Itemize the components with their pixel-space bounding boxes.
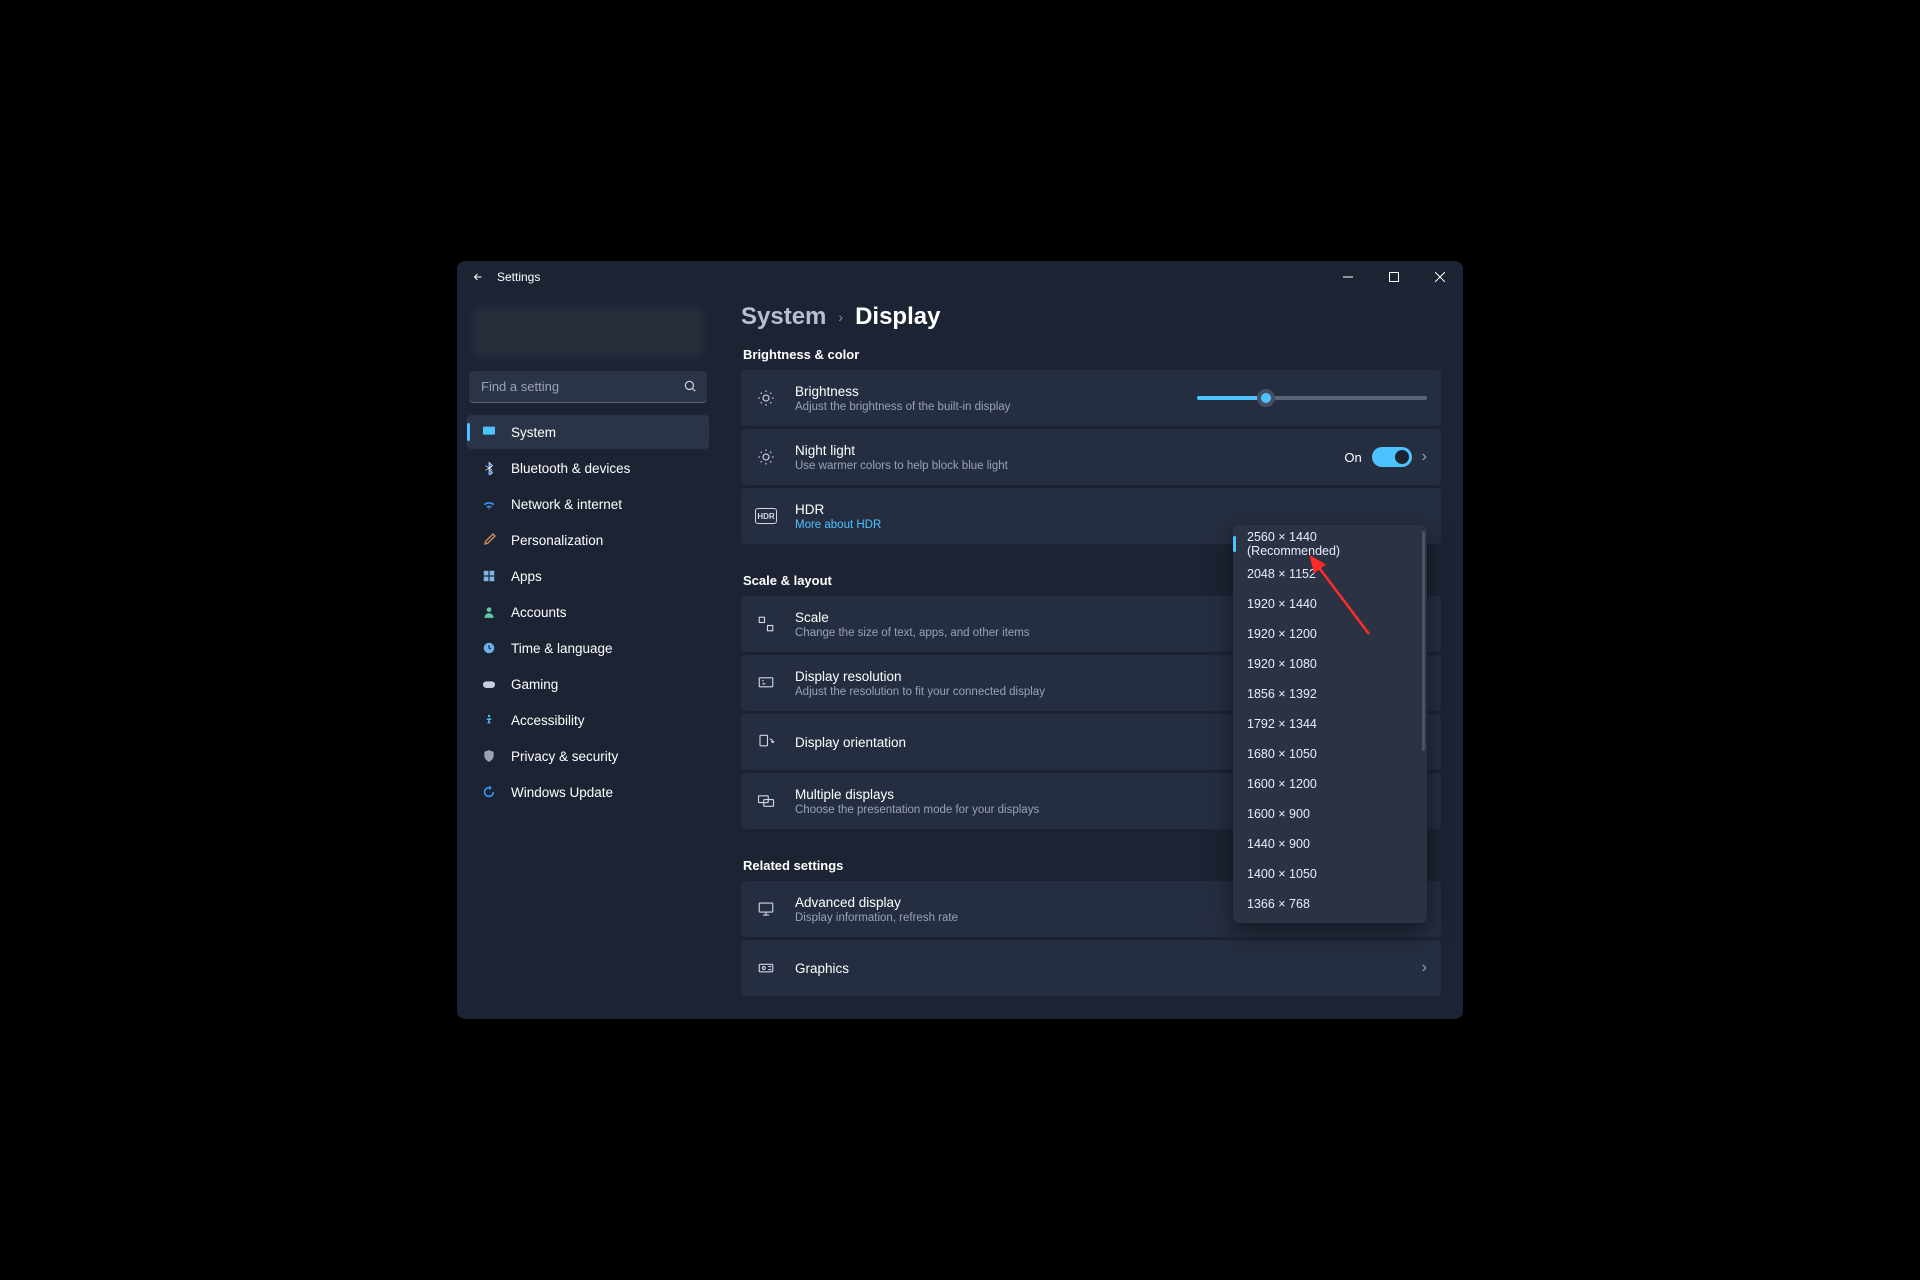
resolution-option[interactable]: 1920 × 1200	[1233, 619, 1427, 649]
chevron-right-icon: ›	[1422, 448, 1427, 466]
access-icon	[481, 712, 497, 728]
sidebar: System Bluetooth & devices Network & inter…	[457, 293, 719, 1019]
nav-list: System Bluetooth & devices Network & inter…	[467, 415, 709, 809]
resolution-icon	[755, 672, 777, 694]
nightlight-icon	[755, 446, 777, 468]
settings-window: Settings System Bluetooth & devices Networ…	[457, 261, 1463, 1019]
breadcrumb-parent[interactable]: System	[741, 303, 826, 331]
sidebar-item-label: Apps	[511, 569, 542, 584]
chevron-right-icon: ›	[1422, 959, 1427, 977]
resolution-option[interactable]: 1920 × 1440	[1233, 589, 1427, 619]
section-brightness-color: Brightness & color	[743, 347, 1441, 362]
sidebar-item-network-internet[interactable]: Network & internet	[467, 487, 709, 521]
chevron-right-icon: ›	[838, 309, 843, 325]
sidebar-item-label: Network & internet	[511, 497, 622, 512]
nightlight-title: Night light	[795, 443, 1344, 458]
apps-icon	[481, 568, 497, 584]
brush-icon	[481, 532, 497, 548]
sidebar-item-system[interactable]: System	[467, 415, 709, 449]
sidebar-item-label: Bluetooth & devices	[511, 461, 630, 476]
resolution-option[interactable]: 1600 × 900	[1233, 799, 1427, 829]
search-input[interactable]	[469, 371, 707, 403]
brightness-sub: Adjust the brightness of the built-in di…	[795, 401, 1197, 413]
resolution-option[interactable]: 1856 × 1392	[1233, 679, 1427, 709]
sidebar-item-privacy-security[interactable]: Privacy & security	[467, 739, 709, 773]
window-controls	[1325, 261, 1463, 293]
resolution-option[interactable]: 1400 × 1050	[1233, 859, 1427, 889]
sidebar-item-windows-update[interactable]: Windows Update	[467, 775, 709, 809]
resolution-option[interactable]: 1680 × 1050	[1233, 739, 1427, 769]
breadcrumb: System › Display	[741, 303, 1441, 331]
hdr-icon: HDR	[755, 505, 777, 527]
minimize-button[interactable]	[1325, 261, 1371, 293]
update-icon	[481, 784, 497, 800]
sidebar-item-label: Accounts	[511, 605, 567, 620]
resolution-option[interactable]: 2048 × 1152	[1233, 559, 1427, 589]
brightness-card[interactable]: Brightness Adjust the brightness of the …	[741, 370, 1441, 426]
close-button[interactable]	[1417, 261, 1463, 293]
resolution-dropdown[interactable]: 2560 × 1440 (Recommended)2048 × 11521920…	[1233, 525, 1427, 923]
sidebar-item-label: Time & language	[511, 641, 613, 656]
sidebar-item-gaming[interactable]: Gaming	[467, 667, 709, 701]
sidebar-item-accounts[interactable]: Accounts	[467, 595, 709, 629]
nightlight-sub: Use warmer colors to help block blue lig…	[795, 460, 1344, 472]
brightness-title: Brightness	[795, 384, 1197, 399]
sidebar-item-personalization[interactable]: Personalization	[467, 523, 709, 557]
nightlight-toggle[interactable]	[1372, 447, 1412, 467]
sidebar-item-apps[interactable]: Apps	[467, 559, 709, 593]
shield-icon	[481, 748, 497, 764]
resolution-option[interactable]: 2560 × 1440 (Recommended)	[1233, 529, 1427, 559]
sidebar-item-accessibility[interactable]: Accessibility	[467, 703, 709, 737]
wifi-icon	[481, 496, 497, 512]
resolution-option[interactable]: 1792 × 1344	[1233, 709, 1427, 739]
graphics-title: Graphics	[795, 961, 1412, 976]
resolution-option[interactable]: 1440 × 900	[1233, 829, 1427, 859]
multiple-displays-icon	[755, 790, 777, 812]
sidebar-item-label: Personalization	[511, 533, 603, 548]
titlebar: Settings	[457, 261, 1463, 293]
clock-icon	[481, 640, 497, 656]
sun-icon	[755, 387, 777, 409]
window-title: Settings	[497, 270, 540, 284]
sidebar-item-label: Accessibility	[511, 713, 585, 728]
graphics-icon	[755, 957, 777, 979]
sidebar-item-time-language[interactable]: Time & language	[467, 631, 709, 665]
resolution-option[interactable]: 1920 × 1080	[1233, 649, 1427, 679]
resolution-option[interactable]: 1366 × 768	[1233, 889, 1427, 919]
main-content[interactable]: System › Display Brightness & color Brig…	[719, 293, 1463, 1019]
nightlight-card[interactable]: Night light Use warmer colors to help bl…	[741, 429, 1441, 485]
maximize-button[interactable]	[1371, 261, 1417, 293]
breadcrumb-current: Display	[855, 303, 940, 331]
sidebar-item-bluetooth-devices[interactable]: Bluetooth & devices	[467, 451, 709, 485]
sidebar-item-label: Windows Update	[511, 785, 613, 800]
search-icon	[683, 379, 697, 393]
scale-icon	[755, 613, 777, 635]
sidebar-item-label: Gaming	[511, 677, 558, 692]
back-button[interactable]	[471, 270, 485, 284]
sidebar-item-label: Privacy & security	[511, 749, 618, 764]
bluetooth-icon	[481, 460, 497, 476]
monitor-icon	[755, 898, 777, 920]
hdr-title: HDR	[795, 502, 1427, 517]
resolution-option[interactable]: 1600 × 1200	[1233, 769, 1427, 799]
search-wrap	[469, 371, 707, 403]
graphics-card[interactable]: Graphics ›	[741, 940, 1441, 996]
gamepad-icon	[481, 676, 497, 692]
sidebar-item-label: System	[511, 425, 556, 440]
profile-blur	[473, 307, 703, 357]
nightlight-state: On	[1344, 450, 1361, 465]
person-icon	[481, 604, 497, 620]
brightness-slider[interactable]	[1197, 396, 1427, 400]
monitor-icon	[481, 424, 497, 440]
orientation-icon	[755, 731, 777, 753]
